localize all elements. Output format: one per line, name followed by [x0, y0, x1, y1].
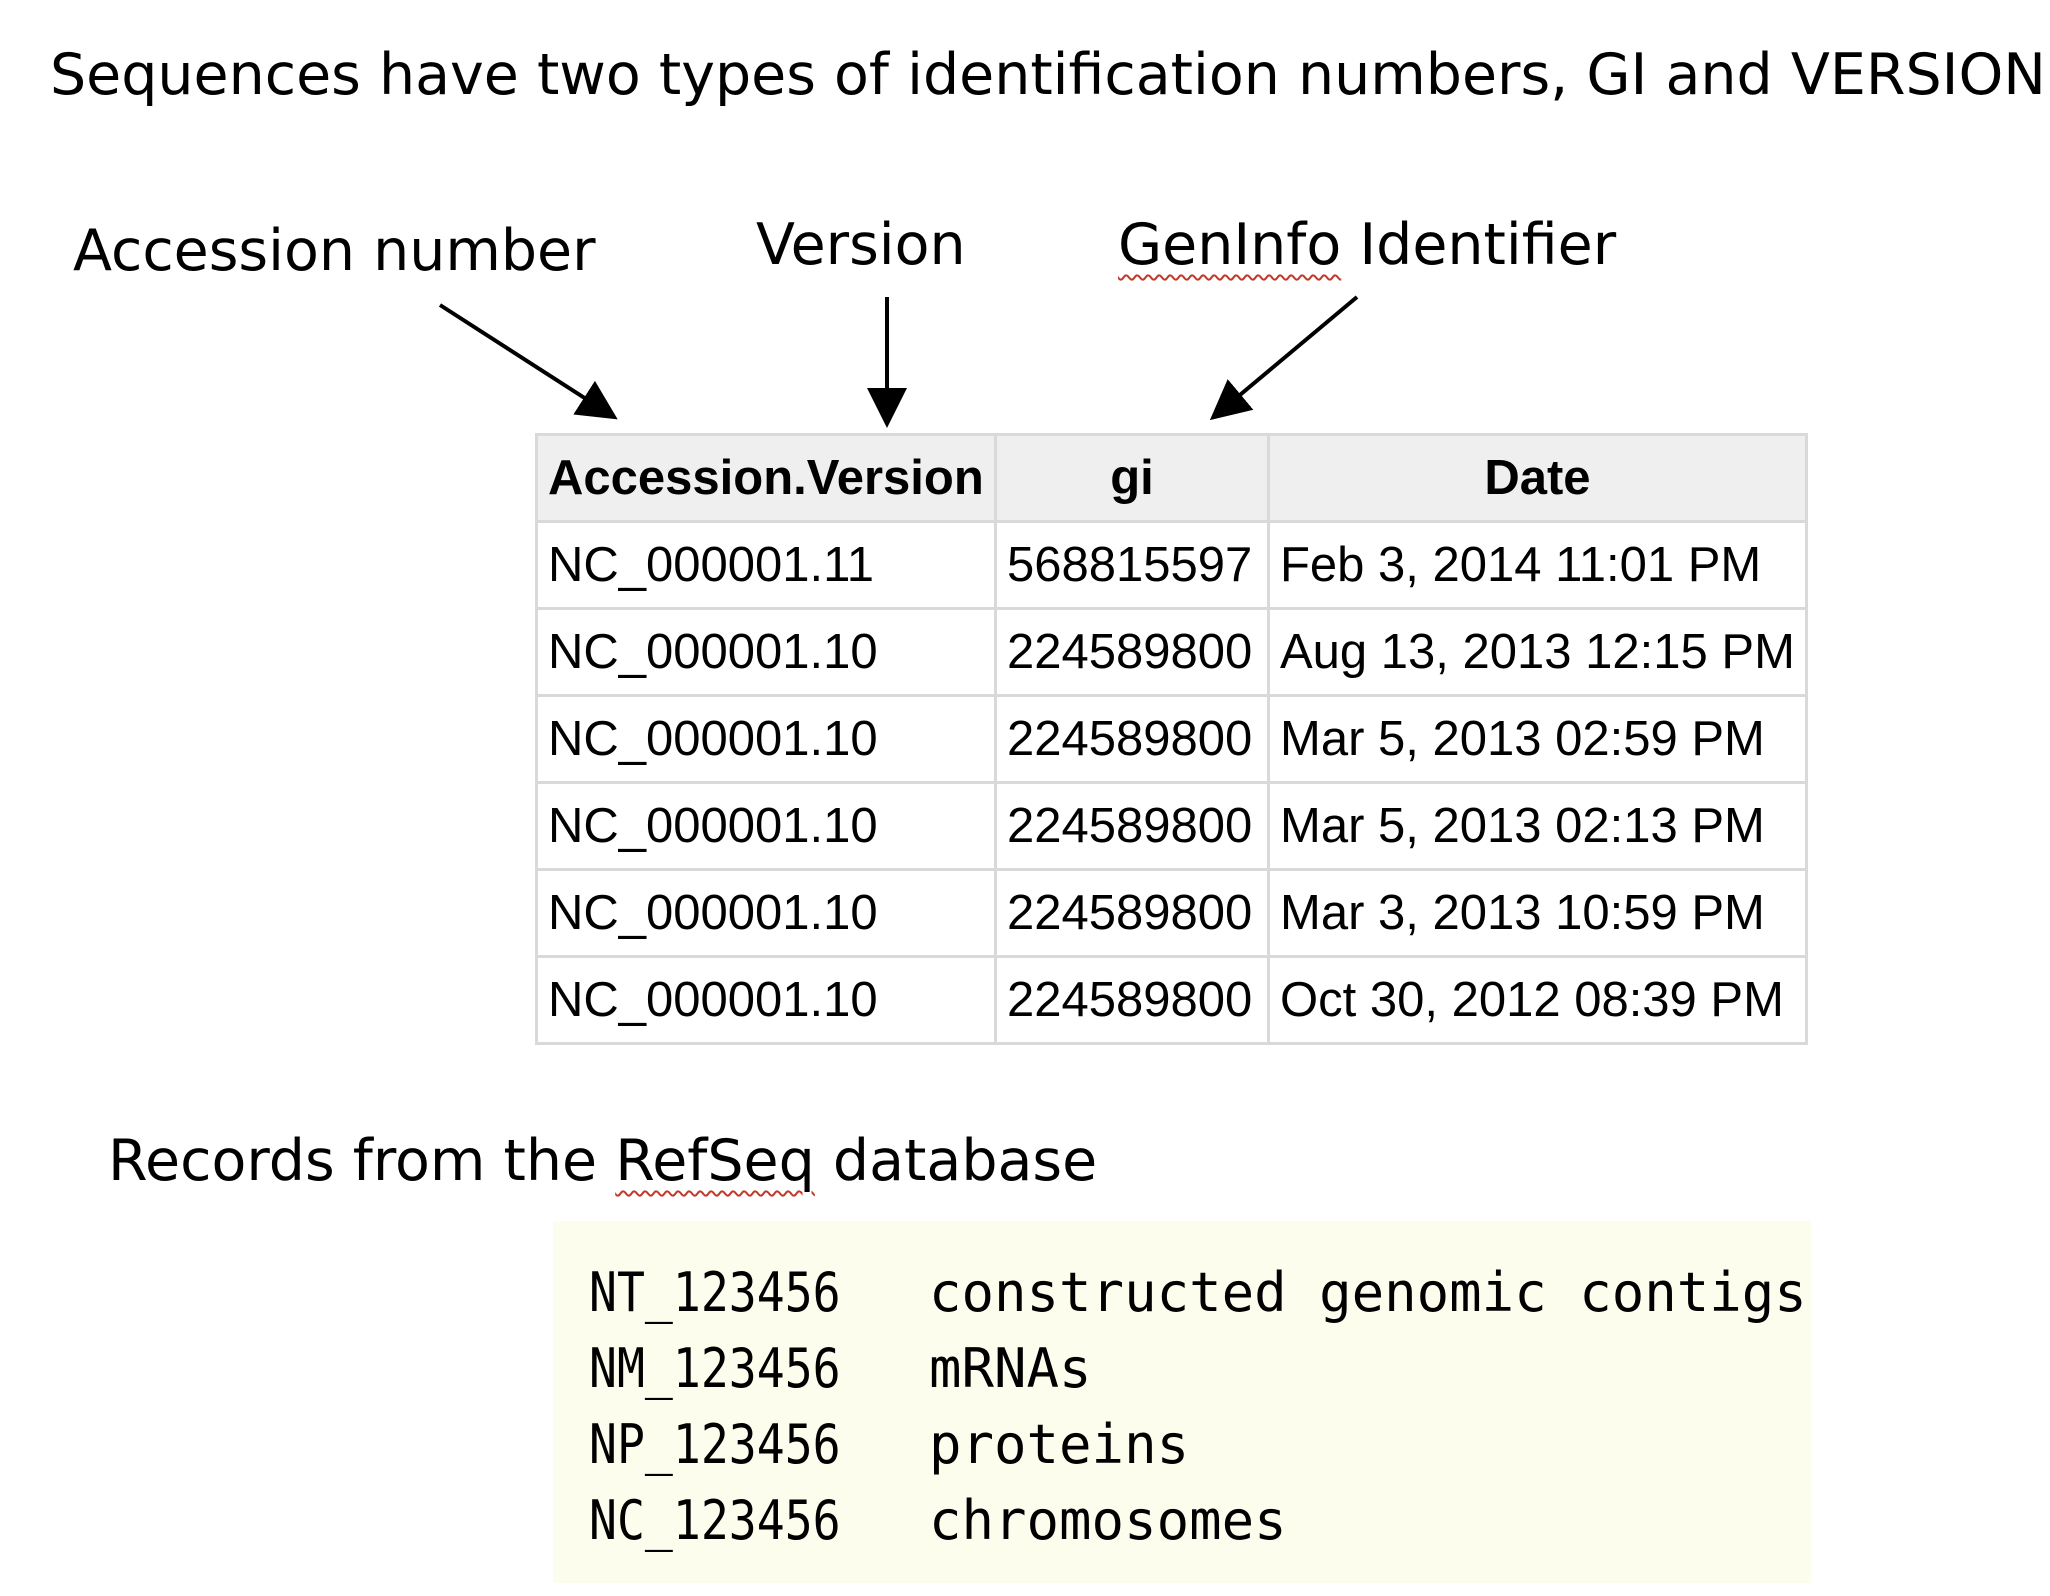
records-caption-before: Records from the [108, 1128, 616, 1194]
table-row: NC_000001.10 224589800 Mar 5, 2013 02:59… [535, 694, 1808, 784]
accession-version-cell: NC_000001.10 [535, 868, 997, 958]
gi-cell: 224589800 [994, 607, 1270, 697]
list-item: NP_123456 proteins [589, 1407, 1189, 1483]
table-row: NC_000001.11 568815597 Feb 3, 2014 11:01… [535, 520, 1808, 610]
table-row: NC_000001.10 224589800 Mar 5, 2013 02:13… [535, 781, 1808, 871]
prefix-code: NP_123456 [589, 1413, 841, 1476]
table-row: NC_000001.10 224589800 Oct 30, 2012 08:3… [535, 955, 1808, 1045]
date-cell: Mar 3, 2013 10:59 PM [1267, 868, 1808, 958]
prefix-description: proteins [929, 1413, 1190, 1476]
header-accession-version: Accession.Version [535, 433, 997, 523]
date-cell: Mar 5, 2013 02:59 PM [1267, 694, 1808, 784]
gi-cell: 224589800 [994, 868, 1270, 958]
gi-cell: 224589800 [994, 781, 1270, 871]
date-cell: Oct 30, 2012 08:39 PM [1267, 955, 1808, 1045]
accession-version-cell: NC_000001.10 [535, 781, 997, 871]
gi-cell: 224589800 [994, 955, 1270, 1045]
accession-version-cell: NC_000001.11 [535, 520, 997, 610]
sequence-history-table: Accession.Version gi Date NC_000001.11 5… [535, 433, 1808, 1045]
list-item: NC_123456 chromosomes [589, 1483, 1287, 1559]
gi-cell: 224589800 [994, 694, 1270, 784]
accession-version-cell: NC_000001.10 [535, 607, 997, 697]
prefix-code: NT_123456 [589, 1261, 841, 1324]
prefix-code: NC_123456 [589, 1489, 841, 1552]
prefix-description: mRNAs [929, 1337, 1092, 1400]
date-cell: Feb 3, 2014 11:01 PM [1267, 520, 1808, 610]
prefix-description: chromosomes [929, 1489, 1287, 1552]
accession-arrow [438, 303, 618, 420]
date-cell: Aug 13, 2013 12:15 PM [1267, 607, 1808, 697]
records-caption-after: database [814, 1128, 1098, 1194]
date-cell: Mar 5, 2013 02:13 PM [1267, 781, 1808, 871]
table-header-row: Accession.Version gi Date [535, 433, 1808, 523]
accession-version-cell: NC_000001.10 [535, 694, 997, 784]
list-item: NM_123456 mRNAs [589, 1331, 1092, 1407]
refseq-prefix-box: NT_123456 constructed genomic contigs NM_… [553, 1221, 1811, 1583]
list-item: NT_123456 constructed genomic contigs [589, 1255, 1807, 1331]
prefix-code: NM_123456 [589, 1337, 841, 1400]
records-caption: Records from the RefSeq database [108, 1128, 1097, 1194]
geninfo-arrow [1209, 295, 1359, 421]
accession-version-cell: NC_000001.10 [535, 955, 997, 1045]
header-date: Date [1267, 433, 1808, 523]
table-row: NC_000001.10 224589800 Mar 3, 2013 10:59… [535, 868, 1808, 958]
header-gi: gi [994, 433, 1270, 523]
gi-cell: 568815597 [994, 520, 1270, 610]
prefix-description: constructed genomic contigs [929, 1261, 1807, 1324]
refseq-word: RefSeq [615, 1128, 815, 1194]
table-row: NC_000001.10 224589800 Aug 13, 2013 12:1… [535, 607, 1808, 697]
